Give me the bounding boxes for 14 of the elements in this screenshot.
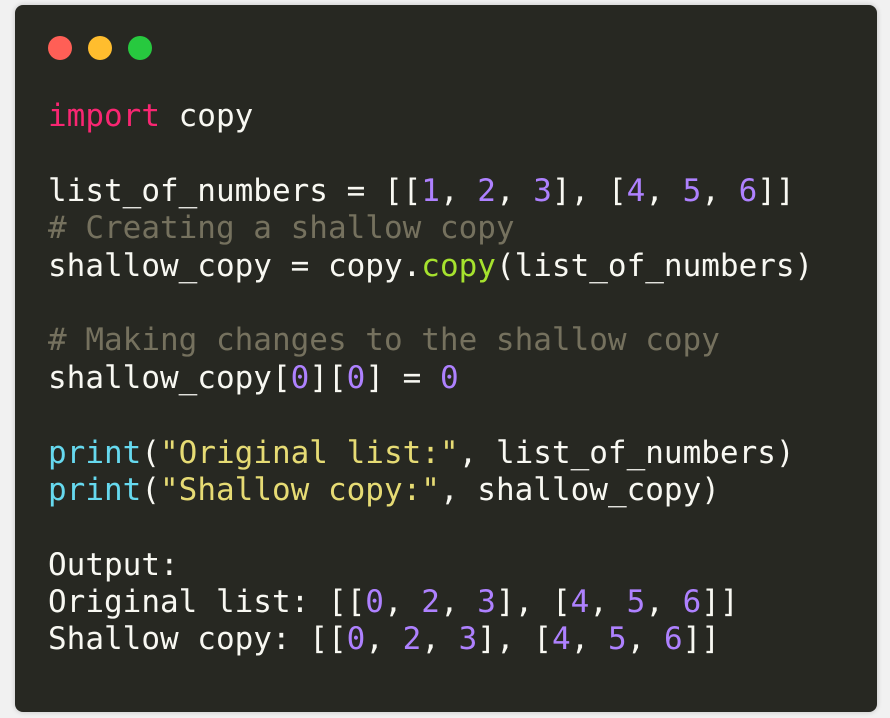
code-line: Shallow copy: [[0, 2, 3], [4, 5, 6]]	[48, 621, 720, 658]
code-line: list_of_numbers = [[1, 2, 3], [4, 5, 6]]	[48, 172, 795, 209]
code-line: print("Original list:", list_of_numbers)	[48, 434, 795, 471]
window-control-button[interactable]	[88, 36, 112, 60]
code-line: # Creating a shallow copy	[48, 210, 515, 246]
code-line: shallow_copy[0][0] = 0	[48, 360, 459, 396]
code-line: Output:	[48, 546, 179, 583]
code-line: print("Shallow copy:", shallow_copy)	[48, 472, 720, 508]
code-line: shallow_copy = copy.copy(list_of_numbers)	[48, 248, 814, 284]
window-control-button[interactable]	[48, 36, 72, 60]
code-line: import copy	[48, 98, 254, 134]
window-control-button[interactable]	[128, 36, 152, 60]
code-line: # Making changes to the shallow copy	[48, 322, 720, 358]
code-line: Original list: [[0, 2, 3], [4, 5, 6]]	[48, 584, 739, 620]
